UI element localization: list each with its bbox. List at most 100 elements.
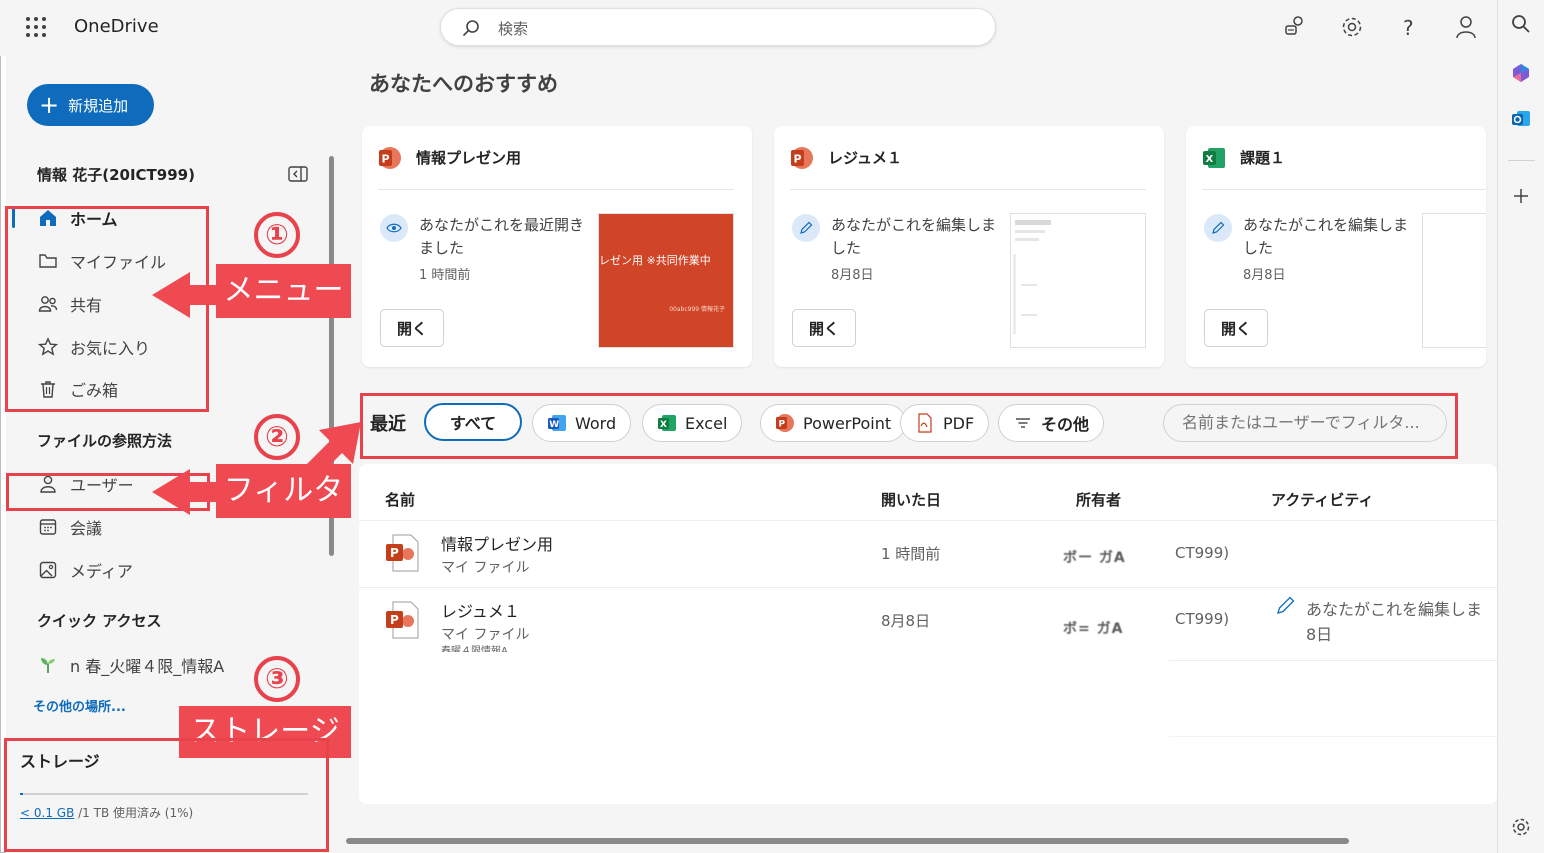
card-time: 8月8日 <box>1243 268 1286 283</box>
feedback-icon[interactable] <box>1282 14 1308 40</box>
rail-divider <box>1508 160 1535 161</box>
row-divider <box>359 520 1497 521</box>
recommended-card[interactable]: P レジュメ１ あなたがこれを編集しました 8月8日 開く <box>774 126 1164 367</box>
copilot-icon[interactable] <box>1510 62 1532 84</box>
file-thumbnail: レゼン用 ※共同作業中 00abc999 情報花子 <box>598 213 734 348</box>
recent-files-table: 名前 開いた日 所有者 アクティビティ P 情報プレゼン用 マイ ファイル 1 … <box>359 464 1497 804</box>
row-divider <box>1169 660 1497 661</box>
sidebar-item-meetings[interactable]: 会議 <box>38 512 102 542</box>
owner-name-obscured: ボ= ガA <box>1063 621 1124 637</box>
calendar-icon <box>39 519 57 535</box>
settings-icon[interactable] <box>1510 816 1532 838</box>
account-icon[interactable] <box>1453 14 1479 40</box>
recommended-title: あなたへのおすすめ <box>369 72 558 96</box>
file-opened-date: 8月8日 <box>881 612 931 630</box>
menu-annotation-label: メニュー <box>216 264 351 318</box>
file-name[interactable]: レジュメ１ <box>441 598 520 622</box>
app-launcher-icon[interactable] <box>26 17 46 37</box>
card-divider <box>1202 189 1486 190</box>
more-places-link[interactable]: その他の場所... <box>33 696 126 715</box>
search-icon <box>462 20 479 37</box>
file-thumbnail <box>1422 213 1486 348</box>
card-divider <box>378 189 734 190</box>
card-activity: あなたがこれを最近開きました <box>419 216 585 257</box>
row-divider <box>1169 736 1497 737</box>
new-button[interactable]: + 新規追加 <box>27 84 154 126</box>
column-header-activity[interactable]: アクティビティ <box>1271 489 1373 510</box>
arrow-left-icon <box>152 272 222 318</box>
add-icon[interactable] <box>1510 185 1532 207</box>
sidebar-item-label: 会議 <box>70 519 103 538</box>
file-owner: CT999) <box>1175 610 1230 628</box>
card-time: 8月8日 <box>831 268 874 283</box>
powerpoint-file-icon: P <box>386 534 419 572</box>
column-header-opened[interactable]: 開いた日 <box>881 489 941 510</box>
card-activity: あなたがこれを編集しました <box>831 216 997 257</box>
collapse-pane-icon[interactable] <box>288 165 308 183</box>
filter-highlight-box <box>360 393 1458 459</box>
card-time: 1 時間前 <box>419 268 471 283</box>
recommended-card[interactable]: X 課題１ あなたがこれを編集しました 8月8日 開く <box>1186 126 1486 367</box>
plus-icon: + <box>39 91 60 119</box>
horizontal-scrollbar[interactable] <box>346 838 1349 844</box>
file-sublocation: 春曜４限情報A <box>441 646 508 652</box>
quick-access-item[interactable]: n 春_火曜４限_情報A <box>38 650 224 680</box>
new-button-label: 新規追加 <box>68 96 129 115</box>
quick-access-label: n 春_火曜４限_情報A <box>70 657 225 676</box>
powerpoint-icon: P <box>379 147 401 169</box>
right-rail <box>1497 0 1544 853</box>
edit-icon <box>1204 214 1232 242</box>
file-activity: あなたがこれを編集しま <box>1306 600 1483 619</box>
search-placeholder: 検索 <box>498 20 529 38</box>
sidebar-item-media[interactable]: メディア <box>38 555 133 585</box>
column-header-name[interactable]: 名前 <box>385 489 415 510</box>
excel-icon: X <box>1203 148 1225 168</box>
image-icon <box>39 561 57 579</box>
help-icon[interactable]: ? <box>1395 14 1421 40</box>
open-button[interactable]: 開く <box>380 309 444 347</box>
svg-text:P: P <box>390 613 399 627</box>
edit-icon <box>792 214 820 242</box>
owner-name-obscured: ボー ガA <box>1063 550 1126 566</box>
card-title: 課題１ <box>1240 149 1286 167</box>
annotation-number-1: ① <box>254 212 300 258</box>
svg-text:P: P <box>382 153 390 166</box>
svg-text:X: X <box>1206 154 1214 165</box>
open-button[interactable]: 開く <box>792 309 856 347</box>
sidebar-item-label: メディア <box>70 562 133 581</box>
column-header-owner[interactable]: 所有者 <box>1076 489 1121 510</box>
sprout-icon <box>41 658 55 673</box>
file-thumbnail <box>1010 213 1146 348</box>
file-location: マイ ファイル <box>441 560 530 576</box>
storage-highlight-box <box>4 738 329 852</box>
annotation-number-2: ② <box>254 414 300 460</box>
card-title: レジュメ１ <box>828 149 902 167</box>
card-divider <box>790 189 1146 190</box>
eye-icon <box>380 214 408 242</box>
file-opened-date: 1 時間前 <box>881 545 941 563</box>
annotation-number-3: ③ <box>254 656 300 702</box>
user-name: 情報 花子(20ICT999) <box>37 166 195 184</box>
powerpoint-icon: P <box>791 147 813 169</box>
card-activity: あなたがこれを編集しました <box>1243 216 1409 257</box>
app-title[interactable]: OneDrive <box>74 16 159 37</box>
svg-text:P: P <box>390 546 399 560</box>
thumbnail-title: レゼン用 ※共同作業中 <box>599 254 711 267</box>
browse-heading: ファイルの参照方法 <box>37 432 173 450</box>
recommended-card[interactable]: P 情報プレゼン用 あなたがこれを最近開きました 1 時間前 開く レゼン用 ※… <box>362 126 752 367</box>
file-name[interactable]: 情報プレゼン用 <box>441 531 553 555</box>
open-button[interactable]: 開く <box>1204 309 1268 347</box>
quick-access-heading: クイック アクセス <box>37 612 162 630</box>
row-divider <box>359 587 1497 588</box>
outlook-icon[interactable] <box>1510 108 1532 130</box>
edit-icon <box>1277 596 1295 614</box>
search-box[interactable]: 検索 <box>440 8 996 46</box>
settings-icon[interactable] <box>1339 14 1365 40</box>
powerpoint-file-icon: P <box>386 601 419 639</box>
filter-annotation-label: フィルタ <box>216 464 351 518</box>
thumbnail-subtitle: 00abc999 情報花子 <box>669 306 725 313</box>
file-owner: CT999) <box>1175 544 1230 562</box>
arrow-left-icon <box>152 469 222 515</box>
file-location: マイ ファイル <box>441 627 530 643</box>
search-icon[interactable] <box>1510 13 1532 35</box>
